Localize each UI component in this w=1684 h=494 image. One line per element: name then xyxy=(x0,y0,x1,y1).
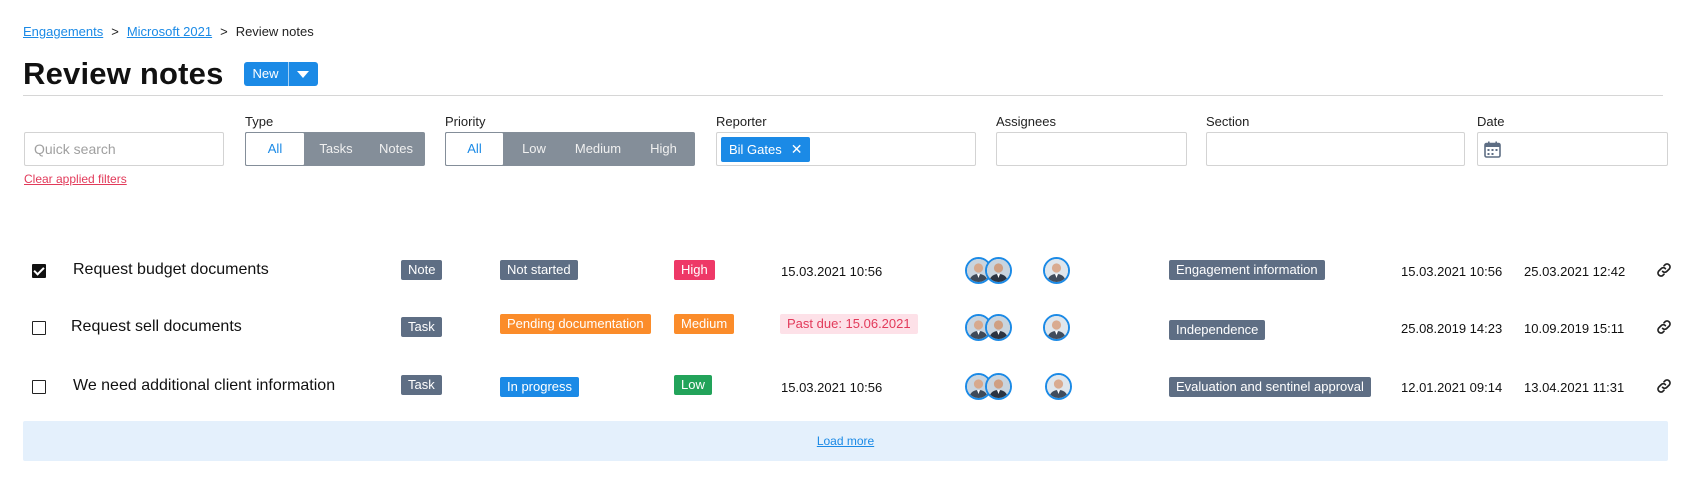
avatar[interactable] xyxy=(985,373,1012,400)
updated-date: 13.04.2021 11:31 xyxy=(1524,380,1625,395)
priority-badge: Medium xyxy=(674,314,735,334)
load-more-link[interactable]: Load more xyxy=(817,434,874,448)
new-split-button: New xyxy=(243,62,318,86)
status-badge: Pending documentation xyxy=(500,314,651,334)
priority-filter: All Low Medium High xyxy=(445,132,695,166)
row-checkbox[interactable] xyxy=(32,380,46,394)
link-icon[interactable] xyxy=(1656,319,1672,335)
priority-option-low[interactable]: Low xyxy=(504,132,564,166)
status-badge: In progress xyxy=(500,377,580,397)
breadcrumb-microsoft-2021[interactable]: Microsoft 2021 xyxy=(127,24,212,39)
row-checkbox[interactable] xyxy=(32,264,46,278)
load-more-bar: Load more xyxy=(23,421,1668,461)
avatar[interactable] xyxy=(985,314,1012,341)
page-title: Review notes xyxy=(23,56,224,91)
row-title[interactable]: We need additional client information xyxy=(73,377,335,395)
assignees-filter-label: Assignees xyxy=(996,114,1056,129)
due-date: 15.03.2021 10:56 xyxy=(781,264,883,279)
section-filter-label: Section xyxy=(1206,114,1250,129)
row-checkbox[interactable] xyxy=(32,321,46,335)
date-filter-label: Date xyxy=(1477,114,1505,129)
section-badge: Independence xyxy=(1169,320,1266,340)
close-icon[interactable]: ✕ xyxy=(791,141,803,158)
assignees-filter[interactable] xyxy=(996,132,1187,166)
breadcrumb-current: Review notes xyxy=(235,24,314,39)
header-divider xyxy=(23,95,1663,96)
priority-option-all[interactable]: All xyxy=(445,132,504,166)
type-filter: All Tasks Notes xyxy=(245,132,425,166)
section-filter[interactable] xyxy=(1206,132,1465,166)
type-option-all[interactable]: All xyxy=(245,132,305,166)
row-title[interactable]: Request budget documents xyxy=(73,261,269,279)
page-header: Review notes New xyxy=(23,56,318,92)
created-date: 25.08.2019 14:23 xyxy=(1401,321,1503,336)
priority-option-medium[interactable]: Medium xyxy=(564,132,632,166)
type-badge: Note xyxy=(401,260,443,280)
breadcrumb-engagements[interactable]: Engagements xyxy=(23,24,103,39)
type-badge: Task xyxy=(401,375,442,395)
table-row[interactable]: Request sell documents Task Pending docu… xyxy=(0,308,1684,348)
row-title[interactable]: Request sell documents xyxy=(71,318,242,336)
priority-option-high[interactable]: High xyxy=(632,132,695,166)
link-icon[interactable] xyxy=(1656,262,1672,278)
reporter-chip-label: Bil Gates xyxy=(729,142,782,157)
search-input[interactable] xyxy=(24,132,224,166)
reporter-filter-label: Reporter xyxy=(716,114,767,129)
type-filter-label: Type xyxy=(245,114,274,129)
breadcrumb-separator: > xyxy=(220,24,228,39)
chevron-down-icon xyxy=(297,70,310,78)
new-button[interactable]: New xyxy=(244,62,288,86)
reporter-filter[interactable]: Bil Gates ✕ xyxy=(716,132,976,166)
type-badge: Task xyxy=(401,317,442,337)
table-row[interactable]: Request budget documents Note Not starte… xyxy=(0,251,1684,291)
updated-date: 25.03.2021 12:42 xyxy=(1524,264,1626,279)
priority-filter-label: Priority xyxy=(445,114,486,129)
type-option-notes[interactable]: Notes xyxy=(367,132,425,166)
table-row[interactable]: We need additional client information Ta… xyxy=(0,366,1684,406)
due-date: 15.03.2021 10:56 xyxy=(781,380,883,395)
section-badge: Evaluation and sentinel approval xyxy=(1169,377,1371,397)
clear-filters-link[interactable]: Clear applied filters xyxy=(24,172,127,186)
breadcrumb: Engagements > Microsoft 2021 > Review no… xyxy=(23,24,314,39)
avatar[interactable] xyxy=(1043,257,1070,284)
priority-badge: High xyxy=(674,260,715,280)
reporter-chip[interactable]: Bil Gates ✕ xyxy=(721,137,811,162)
calendar-icon[interactable] xyxy=(1484,141,1501,158)
avatar[interactable] xyxy=(1043,314,1070,341)
date-filter[interactable] xyxy=(1477,132,1668,166)
avatar[interactable] xyxy=(1045,373,1072,400)
updated-date: 10.09.2019 15:11 xyxy=(1524,321,1625,336)
past-due-badge: Past due: 15.06.2021 xyxy=(780,314,918,334)
breadcrumb-separator: > xyxy=(111,24,119,39)
section-badge: Engagement information xyxy=(1169,260,1325,280)
avatar[interactable] xyxy=(985,257,1012,284)
priority-badge: Low xyxy=(674,375,712,395)
created-date: 15.03.2021 10:56 xyxy=(1401,264,1503,279)
status-badge: Not started xyxy=(500,260,578,280)
type-option-tasks[interactable]: Tasks xyxy=(305,132,367,166)
new-dropdown-toggle[interactable] xyxy=(287,62,318,86)
link-icon[interactable] xyxy=(1656,378,1672,394)
created-date: 12.01.2021 09:14 xyxy=(1401,380,1503,395)
